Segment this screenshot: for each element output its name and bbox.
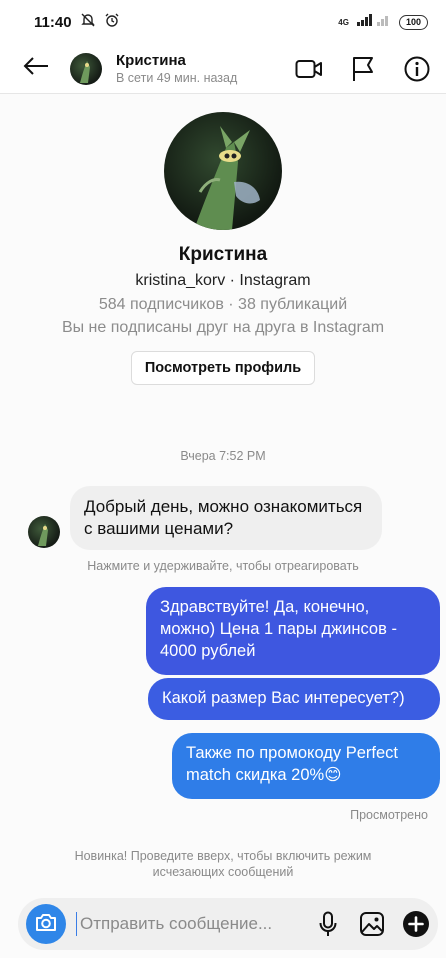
mute-icon: [80, 12, 96, 32]
header-actions: [294, 54, 432, 84]
contact-status: В сети 49 мин. назад: [116, 71, 238, 85]
view-profile-button[interactable]: Посмотреть профиль: [130, 351, 316, 385]
contact-info[interactable]: Кристина В сети 49 мин. назад: [116, 52, 237, 85]
contact-name: Кристина: [116, 52, 186, 69]
outgoing-message[interactable]: Также по промокоду Perfect match скидка …: [172, 733, 440, 799]
status-right: 4G 100: [338, 13, 428, 31]
battery-indicator: 100: [398, 14, 428, 30]
image-icon[interactable]: [358, 910, 386, 938]
microphone-icon[interactable]: [314, 910, 342, 938]
video-camera-icon[interactable]: [294, 54, 324, 84]
seen-indicator: Просмотрено: [350, 808, 428, 822]
profile-name: Кристина: [178, 244, 268, 265]
incoming-message[interactable]: Добрый день, можно ознакомиться с вашими…: [70, 486, 382, 550]
back-button[interactable]: [16, 49, 56, 89]
profile-relation: Вы не подписаны друг на друга в Instagra…: [61, 319, 385, 336]
flag-icon[interactable]: [348, 54, 378, 84]
sender-avatar[interactable]: [28, 516, 60, 548]
avatar[interactable]: [70, 52, 102, 85]
outgoing-message[interactable]: Здравствуйте! Да, конечно, можно) Цена 1…: [146, 587, 440, 675]
message-input[interactable]: [76, 912, 301, 936]
message-composer: [18, 898, 438, 950]
signal-icon: [356, 13, 391, 31]
arrow-left-icon: [23, 56, 49, 81]
status-left: 11:40: [34, 12, 120, 32]
outgoing-message[interactable]: Какой размер Вас интересует?): [148, 678, 440, 720]
chat-header: Кристина В сети 49 мин. назад: [0, 44, 446, 94]
status-time: 11:40: [34, 13, 72, 31]
camera-button[interactable]: [26, 904, 66, 944]
message-timestamp: Вчера 7:52 PM: [180, 449, 266, 463]
profile-stats: 584 подписчиков · 38 публикаций: [98, 296, 348, 313]
plus-circle-icon[interactable]: [402, 910, 430, 938]
vanish-mode-hint: Новинка! Проведите вверх, чтобы включить…: [74, 849, 372, 879]
alarm-icon: [104, 12, 120, 32]
profile-card: Кристина kristina_korv · Instagram 584 п…: [0, 112, 446, 385]
camera-icon: [35, 912, 57, 937]
react-hint: Нажмите и удерживайте, чтобы отреагирова…: [87, 559, 359, 573]
network-label: 4G: [338, 17, 349, 27]
info-icon[interactable]: [402, 54, 432, 84]
composer-actions: [314, 910, 430, 938]
status-bar: 11:40 4G 100: [0, 0, 446, 44]
profile-avatar[interactable]: [164, 112, 282, 230]
profile-username: kristina_korv · Instagram: [135, 272, 311, 289]
